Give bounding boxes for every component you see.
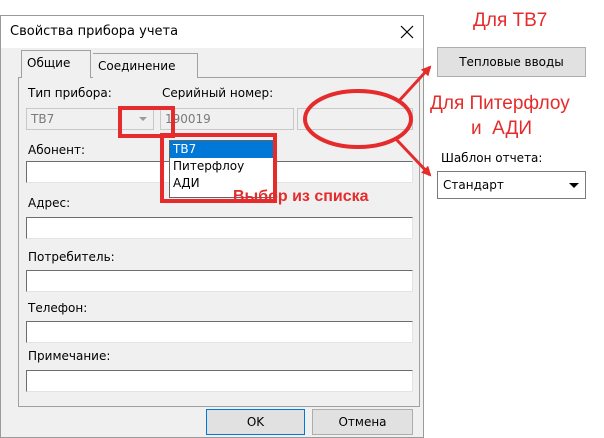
chevron-down-icon[interactable] <box>565 175 583 195</box>
address-field[interactable] <box>26 217 413 239</box>
hidden-settings-area <box>297 108 413 130</box>
phone-field[interactable] <box>26 321 413 343</box>
report-template-select[interactable]: Стандарт <box>437 171 586 199</box>
dropdown-option-tv7[interactable]: ТВ7 <box>170 141 273 158</box>
report-template-label: Шаблон отчета: <box>441 151 543 165</box>
annotation-for-piterflow: Для Питерфлоу <box>430 93 570 114</box>
dialog-title: Свойства прибора учета <box>10 24 179 39</box>
title-bar: Свойства прибора учета <box>1 16 423 48</box>
serial-number-field[interactable]: 190019 <box>160 108 294 130</box>
tab-connection-label: Соединение <box>98 59 176 73</box>
note-field[interactable] <box>26 370 413 392</box>
tab-general[interactable]: Общие <box>21 50 93 78</box>
device-properties-dialog: Свойства прибора учета Общие Соединение … <box>0 15 424 438</box>
close-icon[interactable] <box>395 20 419 44</box>
report-template-value: Стандарт <box>443 178 504 192</box>
address-label: Адрес: <box>28 196 71 210</box>
tab-connection[interactable]: Соединение <box>92 53 198 78</box>
heat-inputs-button[interactable]: Тепловые вводы <box>437 47 586 77</box>
annotation-and-adi: и АДИ <box>471 118 532 139</box>
serial-number-label: Серийный номер: <box>162 86 274 100</box>
annotation-select-from-list: Выбор из списка <box>233 188 369 205</box>
phone-label: Телефон: <box>28 301 88 315</box>
chevron-down-icon <box>135 111 151 127</box>
tab-general-label: Общие <box>27 56 71 70</box>
device-type-value: ТВ7 <box>31 112 55 126</box>
cancel-button[interactable]: Отмена <box>312 409 413 435</box>
dropdown-option-piterflow[interactable]: Питерфлоу <box>170 158 273 175</box>
annotation-for-tv7: Для ТВ7 <box>473 10 548 31</box>
ok-button[interactable]: OK <box>206 409 305 435</box>
consumer-label: Потребитель: <box>28 250 115 264</box>
serial-number-value: 190019 <box>165 112 211 126</box>
device-type-combo[interactable]: ТВ7 <box>26 108 154 130</box>
consumer-field[interactable] <box>26 270 413 292</box>
device-type-label: Тип прибора: <box>28 86 112 100</box>
subscriber-label: Абонент: <box>28 143 86 157</box>
note-label: Примечание: <box>28 349 111 363</box>
